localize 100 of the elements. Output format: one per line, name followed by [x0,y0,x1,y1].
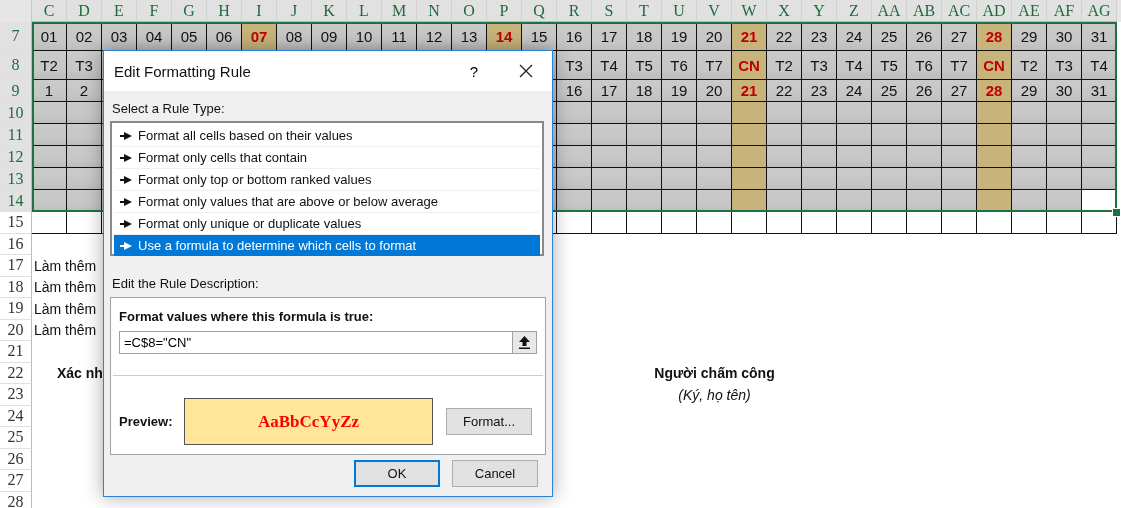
table-cell [662,146,697,168]
column-header[interactable]: H [207,0,242,22]
table-cell [592,124,627,146]
table-cell [557,146,592,168]
table-cell: 20 [697,22,732,51]
row-header[interactable]: 13 [0,168,32,190]
column-header[interactable]: Y [802,0,837,22]
cell-text: Làm thêm [33,299,97,319]
row-header[interactable]: 14 [0,190,32,212]
table-cell: 23 [802,22,837,51]
table-cell: T2 [1012,51,1047,80]
column-header[interactable]: J [277,0,312,22]
table-cell: 17 [592,80,627,102]
column-header[interactable]: G [172,0,207,22]
row-header[interactable]: 21 [0,341,32,363]
column-header[interactable]: R [557,0,592,22]
help-button[interactable]: ? [454,56,494,86]
rule-type-item[interactable]: Format all cells based on their values [114,125,540,147]
table-cell [767,212,802,234]
column-header[interactable]: AA [872,0,907,22]
table-cell: 25 [872,80,907,102]
upload-arrow-icon [519,336,530,349]
table-cell [837,146,872,168]
fill-handle[interactable] [1112,208,1121,217]
column-header[interactable]: I [242,0,277,22]
column-header[interactable]: Z [837,0,872,22]
row-header[interactable]: 24 [0,405,32,427]
table-cell [592,190,627,212]
row-header[interactable]: 8 [0,51,32,80]
collapse-button[interactable] [513,331,537,354]
table-cell [592,146,627,168]
column-header[interactable]: AC [942,0,977,22]
column-header[interactable]: K [312,0,347,22]
column-header[interactable]: L [347,0,382,22]
column-header[interactable]: Q [522,0,557,22]
table-cell: CN [732,51,767,80]
table-cell: T5 [872,51,907,80]
table-cell [732,168,767,190]
column-header[interactable]: AF [1047,0,1082,22]
column-header[interactable]: F [137,0,172,22]
column-header[interactable]: X [767,0,802,22]
rule-type-item[interactable]: Use a formula to determine which cells to format [114,235,540,257]
column-header[interactable]: C [32,0,67,22]
table-cell [67,212,102,234]
table-cell [662,102,697,124]
column-header[interactable]: D [67,0,102,22]
table-cell [1082,102,1117,124]
table-cell [662,212,697,234]
row-header[interactable]: 12 [0,146,32,168]
column-header[interactable]: V [697,0,732,22]
table-cell: 16 [557,80,592,102]
table-cell [942,168,977,190]
row-header[interactable]: 23 [0,384,32,406]
row-header[interactable]: 17 [0,255,32,277]
cancel-button[interactable]: Cancel [452,460,538,487]
column-header[interactable]: M [382,0,417,22]
row-header[interactable]: 11 [0,124,32,146]
row-header[interactable]: 27 [0,470,32,492]
row-header[interactable]: 10 [0,102,32,124]
rule-type-item[interactable]: Format only values that are above or below average [114,191,540,213]
table-cell: 28 [977,22,1012,51]
table-cell: 19 [662,22,697,51]
row-header[interactable]: 7 [0,22,32,51]
table-cell: T5 [627,51,662,80]
row-header[interactable]: 26 [0,448,32,470]
row-header[interactable]: 9 [0,80,32,102]
ok-button[interactable]: OK [354,460,440,487]
table-cell [907,212,942,234]
column-header[interactable]: W [732,0,767,22]
column-header[interactable]: O [452,0,487,22]
row-header[interactable]: 25 [0,427,32,449]
column-header[interactable]: T [627,0,662,22]
row-header[interactable]: 22 [0,362,32,384]
row-header[interactable]: 20 [0,319,32,341]
column-header[interactable]: AE [1012,0,1047,22]
row-header[interactable]: 18 [0,276,32,298]
rule-type-item[interactable]: Format only top or bottom ranked values [114,169,540,191]
cell-text: (Ký, họ tên) [678,385,751,405]
row-header[interactable]: 15 [0,212,32,234]
table-cell [1012,124,1047,146]
row-header[interactable]: 16 [0,233,32,255]
column-header[interactable]: E [102,0,137,22]
table-cell [627,124,662,146]
table-cell [872,102,907,124]
formula-field[interactable]: =C$8="CN" [119,331,513,354]
table-cell [662,168,697,190]
rule-type-item[interactable]: Format only cells that contain [114,147,540,169]
table-cell [67,190,102,212]
column-header[interactable]: N [417,0,452,22]
table-cell [662,190,697,212]
table-cell [872,124,907,146]
column-header[interactable]: AG [1082,0,1117,22]
column-header[interactable]: AD [977,0,1012,22]
format-button[interactable]: Format... [446,408,532,435]
table-cell [1047,190,1082,212]
column-header[interactable]: AB [907,0,942,22]
row-header[interactable]: 19 [0,298,32,320]
column-header[interactable]: P [487,0,522,22]
column-header[interactable]: U [662,0,697,22]
column-header[interactable]: S [592,0,627,22]
